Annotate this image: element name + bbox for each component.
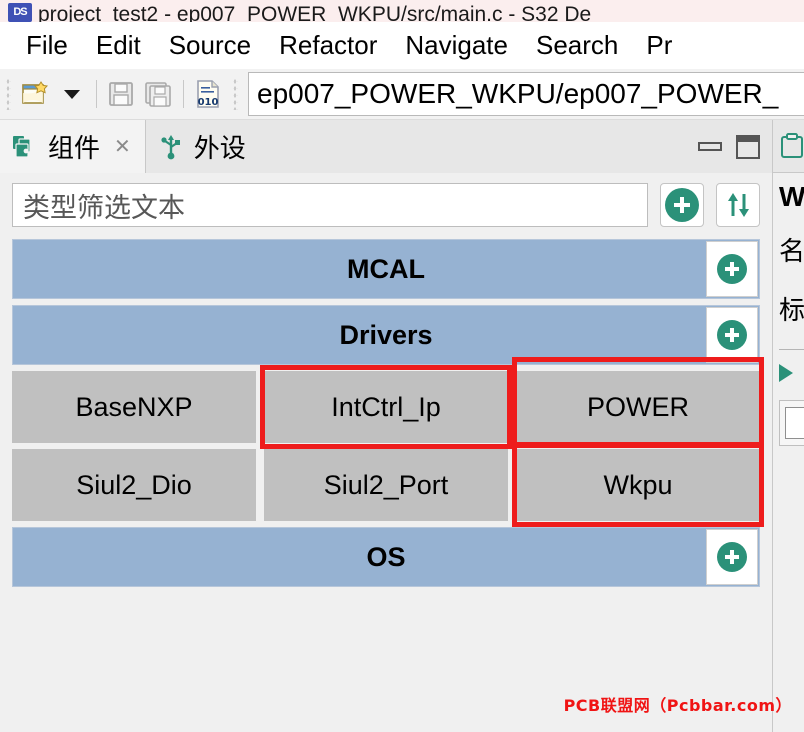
- right-panel-body: W 名 标: [773, 173, 804, 446]
- hex-file-icon: 010: [197, 80, 219, 108]
- right-panel-field[interactable]: [779, 400, 804, 446]
- clipboard-icon[interactable]: [779, 133, 804, 159]
- collapse-arrow-icon[interactable]: [779, 364, 793, 382]
- filter-row: 类型筛选文本: [0, 173, 772, 231]
- component-tree: MCAL Drivers BaseNXP IntCtrl_Ip POWER Si…: [0, 231, 772, 587]
- menu-item-refactor[interactable]: Refactor: [265, 30, 391, 61]
- add-circle-icon: [717, 254, 747, 284]
- menu-item-navigate[interactable]: Navigate: [391, 30, 522, 61]
- right-panel-title: W: [779, 181, 804, 212]
- menu-item-project[interactable]: Pr: [632, 30, 686, 61]
- ide-app-icon: DS: [8, 3, 32, 22]
- component-tile-power[interactable]: POWER: [512, 357, 764, 447]
- svg-text:010: 010: [198, 97, 219, 108]
- component-row: Siul2_Dio Siul2_Port Wkpu: [12, 443, 764, 527]
- group-header-mcal[interactable]: MCAL: [12, 239, 760, 299]
- add-circle-icon: [717, 320, 747, 350]
- add-component-button[interactable]: [660, 183, 704, 227]
- component-row: BaseNXP IntCtrl_Ip POWER: [12, 357, 764, 449]
- group-add-button-mcal[interactable]: [706, 241, 758, 297]
- search-input[interactable]: 类型筛选文本: [12, 183, 648, 227]
- toolbar-separator-2: [183, 80, 184, 108]
- resource-path-field[interactable]: ep007_POWER_WKPU/ep007_POWER_: [248, 72, 804, 116]
- right-panel-line-2: 标: [779, 295, 804, 325]
- toolbar-grip[interactable]: [6, 78, 11, 110]
- group-label-mcal: MCAL: [347, 253, 425, 284]
- group-add-button-os[interactable]: [706, 529, 758, 585]
- menubar: File Edit Source Refactor Navigate Searc…: [0, 22, 804, 69]
- tab-peripherals[interactable]: 外设: [146, 120, 260, 173]
- resource-path-value: ep007_POWER_WKPU/ep007_POWER_: [257, 78, 779, 109]
- save-all-icon: [145, 82, 171, 107]
- group-label-os: OS: [366, 541, 406, 572]
- components-view-body: 类型筛选文本 MCAL Drivers BaseNXP IntCtrl_Ip P…: [0, 173, 772, 732]
- group-header-drivers[interactable]: Drivers: [12, 305, 760, 365]
- tab-components-label: 组件: [48, 133, 101, 163]
- menu-item-edit[interactable]: Edit: [82, 30, 155, 61]
- sort-arrows-icon: [728, 193, 749, 217]
- window-title: project_test2 - ep007_POWER_WKPU/src/mai…: [38, 3, 592, 22]
- main-toolbar: 010 ep007_POWER_WKPU/ep007_POWER_: [0, 69, 804, 120]
- chevron-down-icon: [64, 90, 80, 99]
- component-tile-siul2-port[interactable]: Siul2_Port: [264, 449, 508, 521]
- view-tabstrip: 组件 ✕ 外设: [0, 120, 772, 174]
- component-tile-basenxp[interactable]: BaseNXP: [12, 371, 256, 443]
- tab-peripherals-label: 外设: [193, 133, 246, 163]
- watermark: PCB联盟网（Pcbbar.com）: [563, 696, 792, 715]
- group-header-os[interactable]: OS: [12, 527, 760, 587]
- right-panel-line-1: 名: [779, 236, 804, 266]
- menu-item-file[interactable]: File: [12, 30, 82, 61]
- right-panel-tabstrip: [773, 120, 804, 173]
- save-icon: [109, 82, 133, 106]
- tab-close-icon[interactable]: ✕: [114, 137, 131, 157]
- menu-item-search[interactable]: Search: [522, 30, 632, 61]
- tab-components[interactable]: 组件 ✕: [0, 120, 146, 173]
- save-button[interactable]: [102, 74, 140, 114]
- components-icon: [13, 135, 31, 158]
- toolbar-grip-2[interactable]: [233, 78, 238, 110]
- group-label-drivers: Drivers: [339, 319, 433, 350]
- component-tile-intctrl-ip[interactable]: IntCtrl_Ip: [260, 365, 512, 449]
- menu-item-source[interactable]: Source: [155, 30, 265, 61]
- new-file-button[interactable]: [15, 74, 53, 114]
- add-circle-icon: [665, 188, 699, 222]
- group-add-button-drivers[interactable]: [706, 307, 758, 363]
- new-file-icon: [22, 81, 49, 104]
- usb-peripheral-icon: [161, 134, 180, 159]
- right-panel-divider: [779, 349, 804, 350]
- save-all-button[interactable]: [140, 74, 178, 114]
- hex-file-button[interactable]: 010: [189, 74, 227, 114]
- view-window-controls: [698, 120, 766, 173]
- component-tile-siul2-dio[interactable]: Siul2_Dio: [12, 449, 256, 521]
- search-input-value: 类型筛选文本: [23, 192, 185, 223]
- toolbar-separator: [96, 80, 97, 108]
- ide-window: DS project_test2 - ep007_POWER_WKPU/src/…: [0, 0, 804, 732]
- add-circle-icon: [717, 542, 747, 572]
- window-titlebar: DS project_test2 - ep007_POWER_WKPU/src/…: [0, 0, 804, 22]
- maximize-icon[interactable]: [736, 134, 760, 159]
- right-panel-field-inner: [785, 407, 804, 439]
- minimize-icon[interactable]: [698, 142, 722, 151]
- right-side-panel: W 名 标: [772, 120, 804, 732]
- new-file-dropdown-button[interactable]: [53, 74, 91, 114]
- component-tile-wkpu[interactable]: Wkpu: [512, 443, 764, 527]
- sort-components-button[interactable]: [716, 183, 760, 227]
